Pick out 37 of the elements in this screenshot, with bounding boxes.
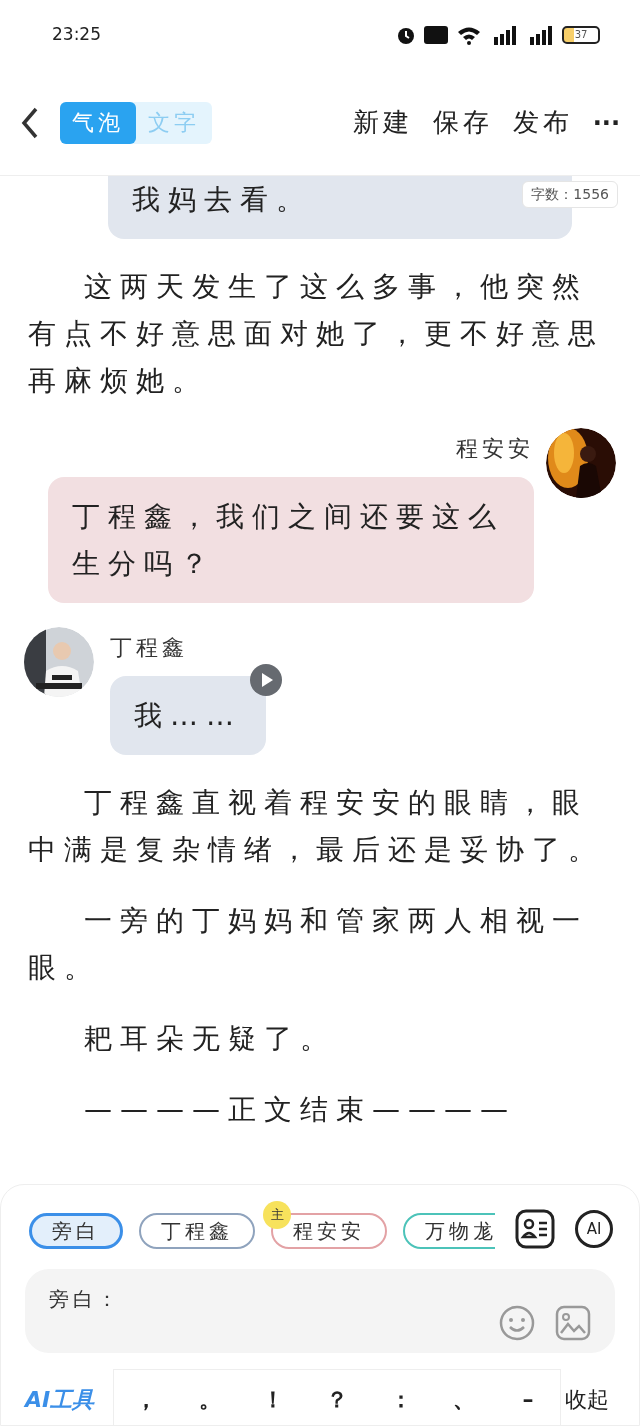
punctuation-key[interactable]: ， <box>125 1382 166 1416</box>
word-count-badge: 字数：1556 <box>522 181 618 208</box>
battery-indicator: 37 <box>562 26 600 44</box>
lead-badge: 主 <box>263 1201 291 1229</box>
back-icon[interactable] <box>20 106 40 139</box>
clock: 23:25 <box>52 23 101 47</box>
header-action[interactable]: 新建 <box>352 103 413 142</box>
ending-line: ————正文结束———— <box>83 1092 517 1128</box>
speaker-name: 程安安 <box>456 435 534 463</box>
message-bubble: 我…… <box>110 676 266 755</box>
punctuation-key[interactable]: 、 <box>444 1382 485 1416</box>
header-action[interactable]: 发布 <box>512 103 573 142</box>
punctuation-key[interactable]: 。 <box>189 1382 230 1416</box>
story-paragraph: 一旁的丁妈妈和管家两人相视一眼。 <box>27 903 589 986</box>
image-icon[interactable] <box>555 1305 591 1341</box>
alarm-icon <box>396 25 416 45</box>
punctuation-key[interactable]: ： <box>380 1382 421 1416</box>
wifi-icon <box>456 25 482 45</box>
ai-button[interactable]: AI <box>575 1210 613 1248</box>
contact-card-icon[interactable] <box>515 1209 555 1249</box>
collapse-button[interactable]: 收起 <box>565 1382 609 1416</box>
punctuation-key[interactable]: ？ <box>316 1382 357 1416</box>
role-chip[interactable]: 旁白 <box>29 1213 123 1249</box>
emoji-icon[interactable] <box>499 1305 535 1341</box>
role-chip[interactable]: 万物尨 <box>403 1213 495 1249</box>
punctuation-key[interactable]: – <box>508 1382 549 1416</box>
message-bubble: 丁程鑫，我们之间还要这么生分吗？ <box>48 477 534 603</box>
story-paragraph: 耙耳朵无疑了。 <box>83 1021 337 1057</box>
speaker-name: 丁程鑫 <box>110 634 188 662</box>
story-paragraph: 丁程鑫直视着程安安的眼睛，眼中满是复杂情绪，最后还是妥协了。 <box>27 785 605 868</box>
more-button[interactable]: ··· <box>592 104 620 141</box>
punctuation-key[interactable]: ！ <box>253 1382 294 1416</box>
header-action[interactable]: 保存 <box>432 103 493 142</box>
text-input[interactable]: 旁白： <box>25 1269 615 1353</box>
play-icon[interactable] <box>250 664 282 696</box>
role-chip[interactable]: 丁程鑫 <box>139 1213 255 1249</box>
story-paragraph: 这两天发生了这么多事，他突然有点不好意思面对她了，更不好意思再麻烦她。 <box>27 269 605 399</box>
